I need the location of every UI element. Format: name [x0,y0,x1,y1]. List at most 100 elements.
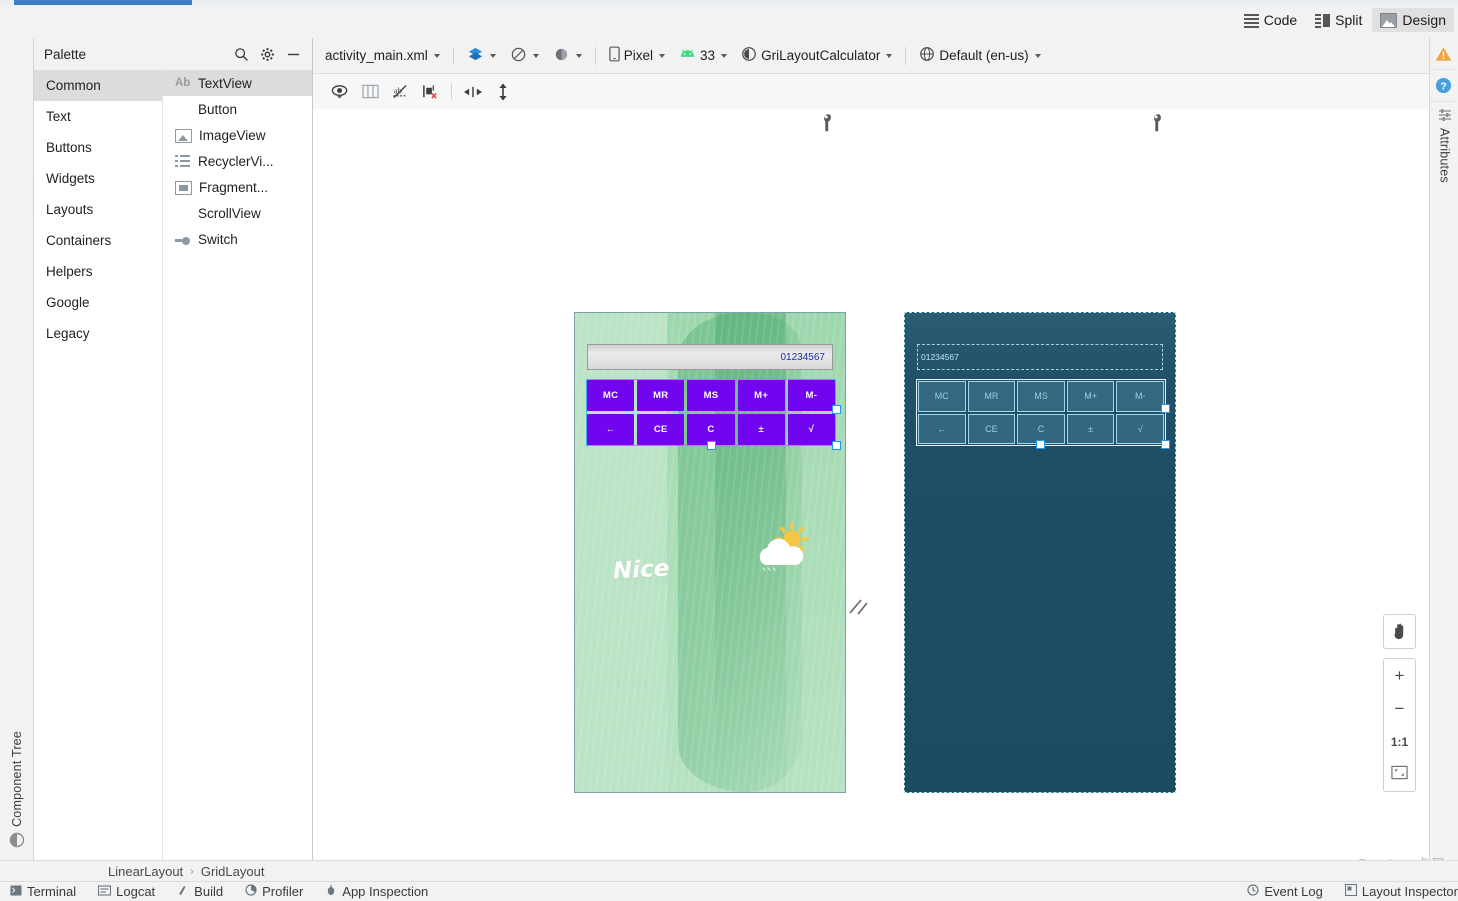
palette-widget-imageview[interactable]: ImageView [163,122,312,148]
palette-category-helpers[interactable]: Helpers [34,256,162,287]
palette-category-label: Containers [46,233,112,248]
pack-horizontal-icon[interactable] [458,80,488,104]
palette-widget-recyclerview[interactable]: RecyclerVi... [163,148,312,174]
palette-category-label: Google [46,295,90,310]
breadcrumb-item-linearlayout[interactable]: LinearLayout [108,864,183,879]
wrench-icon[interactable] [1151,114,1165,132]
button-icon [175,102,191,116]
status-item-app-inspection[interactable]: App Inspection [325,884,428,899]
locale-selector[interactable]: Default (en-us) [913,43,1046,68]
status-item-layout-inspector[interactable]: Layout Inspector [1344,883,1458,899]
eye-icon[interactable] [325,80,355,104]
api-level-selector[interactable]: 33 [673,45,733,66]
palette-body: Common Text Buttons Widgets Layouts Cont… [34,70,312,861]
columns-icon[interactable] [355,80,385,104]
device-selector[interactable]: Pixel [603,43,671,68]
palette-category-google[interactable]: Google [34,287,162,318]
palette-widget-button[interactable]: Button [163,96,312,122]
zoom-out-button[interactable]: − [1384,692,1415,725]
toolbar-divider [594,46,596,65]
calculator-display[interactable]: 01234567 [587,344,833,370]
palette-widget-textview[interactable]: Ab TextView [163,70,312,96]
minimize-icon[interactable] [280,42,306,66]
zoom-to-fit-button[interactable] [1384,758,1415,791]
palette-category-label: Text [46,109,71,124]
expand-vertical-icon[interactable] [488,80,518,104]
palette-category-text[interactable]: Text [34,101,162,132]
pan-hand-icon[interactable] [1384,615,1415,648]
theme-mode-button[interactable] [547,43,588,69]
fragment-icon [175,180,192,195]
chevron-down-icon [886,53,893,58]
palette-widget-label: TextView [198,75,252,91]
palette-category-buttons[interactable]: Buttons [34,132,162,163]
blueprint-handle-corner[interactable] [1161,440,1170,449]
palette-category-common[interactable]: Common [34,70,162,101]
status-item-event-log[interactable]: Event Log [1247,884,1323,899]
layers-icon [467,46,484,66]
clear-constraints-icon[interactable] [415,80,445,104]
view-mode-design[interactable]: Design [1372,8,1454,32]
scrollview-icon [175,206,191,220]
palette-widget-switch[interactable]: Switch [163,226,312,252]
chevron-down-icon [721,53,728,58]
file-selector[interactable]: activity_main.xml [319,45,446,66]
palette-category-widgets[interactable]: Widgets [34,163,162,194]
view-mode-code[interactable]: Code [1236,8,1305,32]
selection-handle-right[interactable] [832,405,841,414]
zoom-to-fit-icon [1391,765,1408,785]
view-mode-code-label: Code [1263,12,1298,28]
design-mode-button[interactable] [461,43,502,69]
actual-size-button[interactable]: 1:1 [1384,725,1415,758]
help-question-icon[interactable]: ? [1430,70,1457,102]
gear-icon[interactable] [254,42,280,66]
theme-selector[interactable]: GriLayoutCalculator [735,43,898,68]
toolbar-divider [451,83,452,100]
rotate-device-icon [510,46,527,66]
palette-category-layouts[interactable]: Layouts [34,194,162,225]
orientation-button[interactable] [504,43,545,69]
view-mode-split[interactable]: Split [1307,8,1370,32]
background-nice-text: Nice [612,555,671,585]
view-mode-design-label: Design [1402,12,1446,28]
globe-icon [919,46,935,65]
design-canvas[interactable]: 01234567 MC MR MS M+ M- ← CE C ± √ Nice … [313,109,1430,861]
warning-triangle-icon[interactable] [1430,38,1457,70]
palette-widget-scrollview[interactable]: ScrollView [163,200,312,226]
search-icon[interactable] [228,42,254,66]
blueprint-calculator-display[interactable]: 01234567 [917,344,1163,370]
palette-category-containers[interactable]: Containers [34,225,162,256]
diagonal-resize-icon[interactable] [848,595,870,617]
palette-widget-label: Switch [198,231,238,247]
zoom-in-button[interactable]: + [1384,659,1415,692]
chevron-down-icon [433,53,440,58]
component-tree-icon [9,832,25,848]
status-bar: Terminal Logcat Build Profiler App Inspe… [0,881,1458,901]
design-view-icon [1380,12,1398,28]
status-item-logcat[interactable]: Logcat [98,884,155,899]
palette-widget-label: Button [198,101,238,117]
status-item-profiler[interactable]: Profiler [245,884,303,899]
night-mode-icon [553,46,570,66]
palette-category-list: Common Text Buttons Widgets Layouts Cont… [34,70,163,861]
breadcrumb-item-gridlayout[interactable]: GridLayout [201,864,265,879]
blueprint-handle-right[interactable] [1161,404,1170,413]
wrench-icon[interactable] [821,114,835,132]
selection-handle-corner[interactable] [832,441,841,450]
right-tool-rail: ? Attributes [1429,38,1458,861]
rail-tab-component-tree[interactable]: Component Tree [0,731,33,853]
rail-tab-attributes[interactable]: Attributes [1431,102,1458,183]
blueprint-preview[interactable]: 01234567 MC MR MS M+ M- ← CE C ± √ [904,312,1176,793]
selection-handle-bottom[interactable] [707,441,716,450]
zoom-controls: + − 1:1 [1383,614,1416,801]
status-item-build[interactable]: Build [177,884,223,899]
status-item-terminal[interactable]: Terminal [10,884,76,899]
layout-inspector-icon [1344,883,1357,899]
palette-category-label: Widgets [46,171,95,186]
palette-category-legacy[interactable]: Legacy [34,318,162,349]
blueprint-handle-bottom[interactable] [1036,440,1045,449]
baseline-off-icon[interactable]: ab [385,80,415,104]
palette-widget-fragment[interactable]: Fragment... [163,174,312,200]
design-render-preview[interactable]: 01234567 MC MR MS M+ M- ← CE C ± √ Nice [574,312,846,793]
profiler-icon [245,884,257,899]
